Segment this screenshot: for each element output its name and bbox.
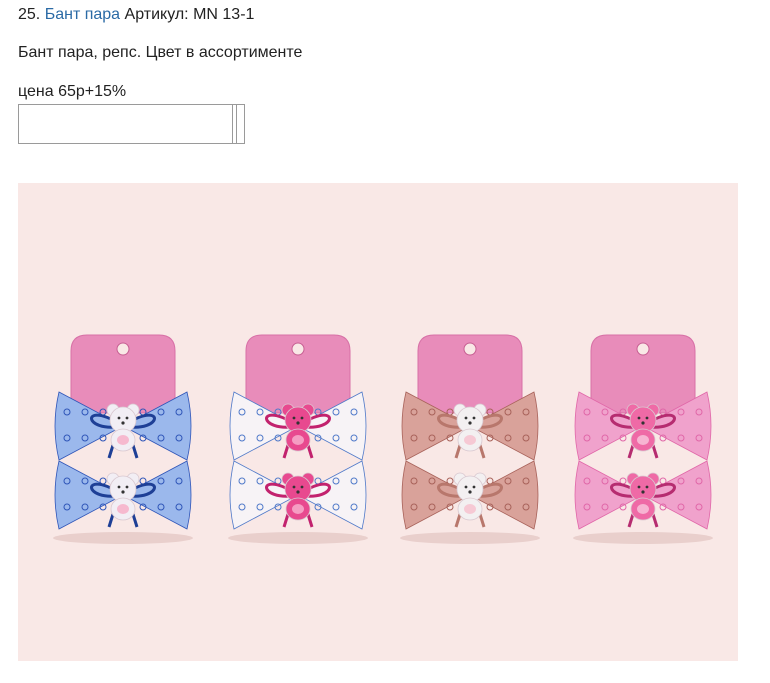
product-description: Бант пара, репс. Цвет в ассортименте xyxy=(18,44,303,61)
card-hole xyxy=(636,342,650,356)
bow-pack-4 xyxy=(573,334,713,544)
bear-eye xyxy=(117,416,121,420)
bear-heart xyxy=(292,435,304,445)
quantity-input[interactable] xyxy=(18,104,232,144)
bow-pack-2 xyxy=(228,334,368,544)
bear-eye xyxy=(300,416,304,420)
card-hole xyxy=(463,342,477,356)
bow-2 xyxy=(54,460,192,530)
bow-pack-3 xyxy=(400,334,540,544)
product-sku: Артикул: MN 13-1 xyxy=(124,6,255,23)
bear-heart xyxy=(292,504,304,514)
bear-nose xyxy=(641,421,645,425)
bear-nose xyxy=(121,490,125,494)
shadow xyxy=(228,532,368,544)
bear-eye xyxy=(645,416,649,420)
bear-eye xyxy=(117,485,121,489)
bear-heart xyxy=(637,504,649,514)
card-hole xyxy=(116,342,130,356)
bear-eye xyxy=(292,416,296,420)
bear-nose xyxy=(296,421,300,425)
bow-2 xyxy=(229,460,367,530)
bear-heart xyxy=(637,435,649,445)
bear-eye xyxy=(464,485,468,489)
product-photo xyxy=(18,183,738,661)
bear-eye xyxy=(292,485,296,489)
bear-heart xyxy=(117,435,129,445)
bear-eye xyxy=(472,485,476,489)
shadow xyxy=(53,532,193,544)
bear-heart xyxy=(464,504,476,514)
bow-pack-1 xyxy=(53,334,193,544)
bear-eye xyxy=(637,485,641,489)
product-number: 25. xyxy=(18,6,41,23)
shadow xyxy=(573,532,713,544)
product-name-link[interactable]: Бант пара xyxy=(45,6,120,23)
bear-nose xyxy=(296,490,300,494)
card-hole xyxy=(291,342,305,356)
bear-nose xyxy=(641,490,645,494)
bear-eye xyxy=(464,416,468,420)
bow-2 xyxy=(574,460,712,530)
bear-nose xyxy=(468,490,472,494)
quantity-field xyxy=(18,104,245,144)
bear-eye xyxy=(300,485,304,489)
bear-nose xyxy=(121,421,125,425)
bear-eye xyxy=(125,485,129,489)
bear-eye xyxy=(637,416,641,420)
bear-nose xyxy=(468,421,472,425)
shadow xyxy=(400,532,540,544)
bow-2 xyxy=(401,460,539,530)
bear-eye xyxy=(125,416,129,420)
product-photo-svg xyxy=(53,334,713,544)
bear-heart xyxy=(117,504,129,514)
bear-eye xyxy=(472,416,476,420)
product-title: 25. Бант пара Артикул: MN 13-1 xyxy=(18,5,254,25)
quantity-spinner[interactable] xyxy=(232,104,245,144)
bear-heart xyxy=(464,435,476,445)
bear-eye xyxy=(645,485,649,489)
product-price: цена 65р+15% xyxy=(18,83,127,100)
